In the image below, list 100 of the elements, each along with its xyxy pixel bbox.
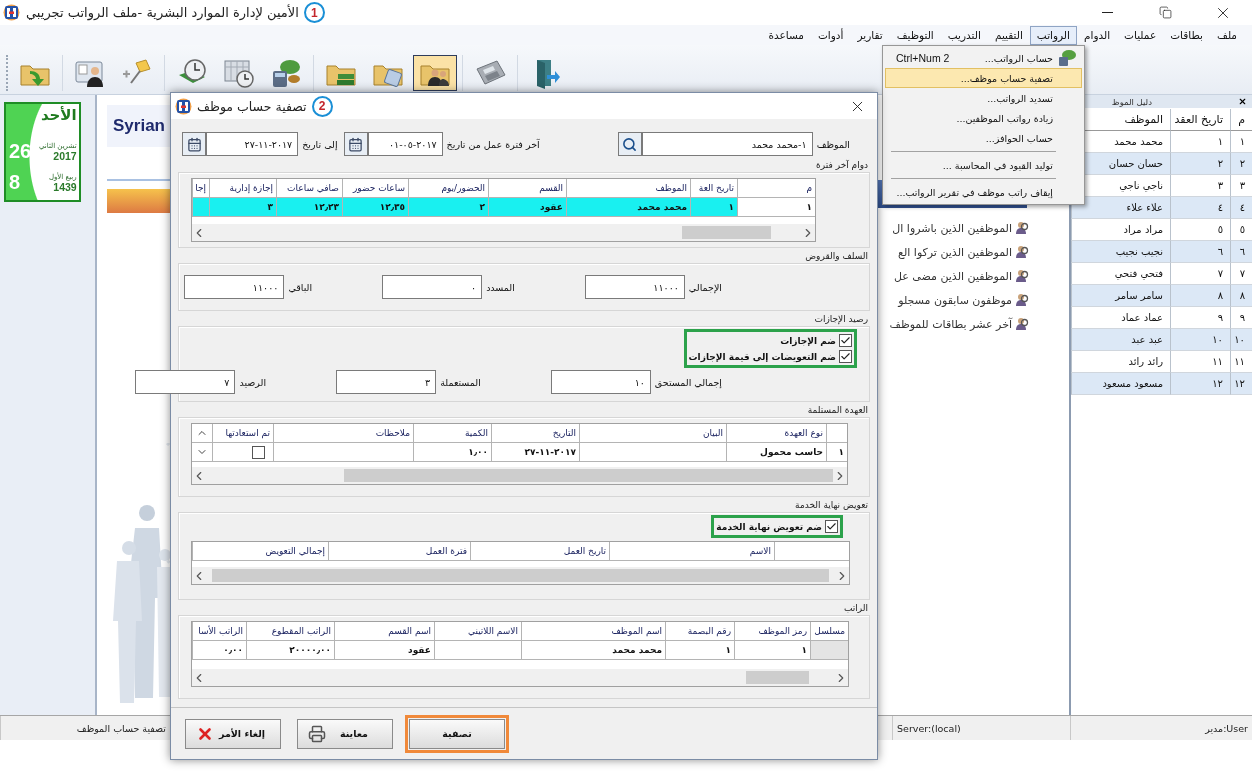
checkbox[interactable] — [825, 520, 838, 533]
column-header[interactable]: تاريخ العة — [690, 179, 737, 198]
menu-item[interactable]: التقييم — [987, 25, 1030, 45]
menu-entry[interactable]: تصفية حساب موظف... — [885, 68, 1082, 88]
close-button[interactable] — [1238, 97, 1247, 106]
calendar-clock-icon — [222, 57, 256, 89]
calendar-button[interactable] — [182, 132, 207, 156]
banner-title: Syrian — [113, 116, 165, 136]
column-header[interactable]: الحضور/يوم — [408, 179, 488, 198]
column-header[interactable]: صافي ساعات — [276, 179, 342, 198]
scroll-thumb[interactable] — [343, 469, 833, 482]
scroll-thumb[interactable] — [212, 569, 829, 582]
column-header[interactable]: تاريخ العمل — [470, 542, 609, 561]
scroll-thumb[interactable] — [746, 671, 809, 684]
table-cell: ١٢٫٣٥ — [342, 198, 408, 217]
scroll-thumb[interactable] — [682, 226, 772, 239]
column-header[interactable]: التاريخ — [491, 424, 579, 443]
column-header[interactable]: ملاحظات — [273, 424, 413, 443]
printer-icon — [308, 724, 326, 743]
section-title: العهدة المستلمة — [806, 405, 869, 417]
report-link[interactable]: آخر عشر بطاقات للموظف — [877, 312, 1069, 336]
employee-field[interactable]: ١-محمد محمد — [641, 132, 813, 156]
column-header[interactable]: إجمالي التعويض — [192, 542, 328, 561]
menu-item[interactable]: الرواتب — [1029, 25, 1077, 45]
table-cell: ١٫٠٠ — [413, 443, 491, 462]
column-header[interactable]: ساعات حضور — [342, 179, 408, 198]
column-header[interactable]: تم استعادتها — [212, 424, 273, 443]
column-header[interactable]: تاريخ العقد — [1170, 109, 1230, 131]
scrollbar[interactable] — [192, 224, 815, 241]
column-header[interactable]: البيان — [579, 424, 726, 443]
menu-item[interactable]: مساعدة — [761, 25, 811, 45]
report-link[interactable]: موظفون سابقون مسجلو — [877, 288, 1069, 312]
report-link[interactable]: الموظفين الذين تركوا الع — [877, 240, 1069, 264]
menu-item[interactable]: أدوات — [811, 25, 851, 45]
table-cell: ٠٫٠٠ — [192, 641, 246, 660]
number-field[interactable]: ١١٠٠٠ — [184, 275, 285, 299]
menu-item[interactable]: تقارير — [850, 25, 890, 45]
column-header[interactable]: إجا — [192, 179, 209, 198]
column-header[interactable]: الموظف — [566, 179, 690, 198]
dialog-button[interactable]: إلغاء الأمر — [185, 718, 281, 749]
number-field[interactable]: ١٠ — [550, 370, 651, 394]
column-header[interactable]: الاسم — [609, 542, 774, 561]
date-field[interactable]: ٠١-٠٥-٢٠١٧ — [367, 132, 443, 156]
year: 2017 — [53, 149, 77, 162]
table-cell: ١٢٫٢٣ — [276, 198, 342, 217]
field-label: إجمالي المستحق — [654, 376, 722, 388]
number-field[interactable]: ٣ — [336, 370, 437, 394]
column-header[interactable]: م — [737, 179, 815, 198]
calendar-icon — [186, 136, 202, 152]
dialog-button[interactable]: تصفية — [409, 718, 505, 749]
menu-item[interactable]: عمليات — [1117, 25, 1164, 45]
menu-item[interactable]: الدوام — [1076, 25, 1118, 45]
column-header[interactable]: اسم القسم — [334, 622, 434, 641]
column-header[interactable]: نوع العهدة — [726, 424, 826, 443]
search-button[interactable] — [617, 132, 642, 156]
panel-title: دليل الموظ — [1111, 96, 1152, 107]
table-cell: ٣ — [209, 198, 276, 217]
checkbox[interactable] — [839, 350, 852, 363]
menu-item[interactable]: التوظيف — [889, 25, 941, 45]
dialog-button[interactable]: معاينة — [297, 718, 393, 749]
column-header[interactable]: اسم الموظف — [521, 622, 665, 641]
menu-item[interactable]: بطاقات — [1163, 25, 1210, 45]
report-link[interactable]: الموظفين الذين باشروا ال — [877, 216, 1069, 240]
column-header[interactable]: مسلسل — [810, 622, 848, 641]
checkbox[interactable] — [252, 445, 265, 459]
table-cell: مسعود مسعود — [1071, 373, 1170, 395]
menu-item[interactable]: التدريب — [940, 25, 988, 45]
column-header[interactable]: رقم البصمة — [665, 622, 734, 641]
number-field[interactable]: ٧ — [135, 370, 236, 394]
column-header[interactable]: الراتب المقطوع — [246, 622, 334, 641]
column-header[interactable]: رمز الموظف — [734, 622, 810, 641]
section-title: دوام آخر فترة — [815, 160, 869, 172]
date-field[interactable]: ٢٧-١١-٢٠١٧ — [206, 132, 299, 156]
column-header[interactable]: الراتب الأسا — [192, 622, 246, 641]
menu-entry[interactable]: تسديد الرواتب... — [885, 88, 1082, 108]
menu-item[interactable]: ملف — [1210, 25, 1244, 45]
toolbar-button[interactable] — [413, 55, 457, 91]
column-header[interactable]: فترة العمل — [328, 542, 470, 561]
field-label: الإجمالي — [688, 281, 722, 293]
column-header[interactable]: الاسم اللاتيني — [434, 622, 521, 641]
year: 1439 — [53, 180, 77, 193]
close-icon — [1238, 97, 1247, 106]
field-label: الباقي — [288, 281, 313, 293]
calendar-button[interactable] — [343, 132, 368, 156]
number-field[interactable]: ١١٠٠٠ — [584, 275, 685, 299]
person-search-icon — [1015, 317, 1029, 331]
number-field[interactable]: ٠ — [382, 275, 483, 299]
scrollbar[interactable] — [192, 669, 848, 686]
column-header[interactable]: إجازة إدارية — [209, 179, 276, 198]
scrollbar[interactable] — [192, 467, 847, 484]
table-cell: ٢٧-١١-٢٠١٧ — [491, 443, 579, 462]
checkbox[interactable] — [839, 334, 852, 347]
field-label: إلى تاريخ — [302, 138, 338, 150]
column-header[interactable]: م — [1230, 109, 1252, 131]
column-header[interactable]: الكمية — [413, 424, 491, 443]
column-header[interactable]: القسم — [488, 179, 566, 198]
scrollbar[interactable] — [192, 567, 849, 584]
table-cell: ٢٠٠٠٠٫٠٠ — [246, 641, 334, 660]
report-link[interactable]: الموظفين الذين مضى عل — [877, 264, 1069, 288]
field-label: المستعملة — [440, 376, 481, 388]
